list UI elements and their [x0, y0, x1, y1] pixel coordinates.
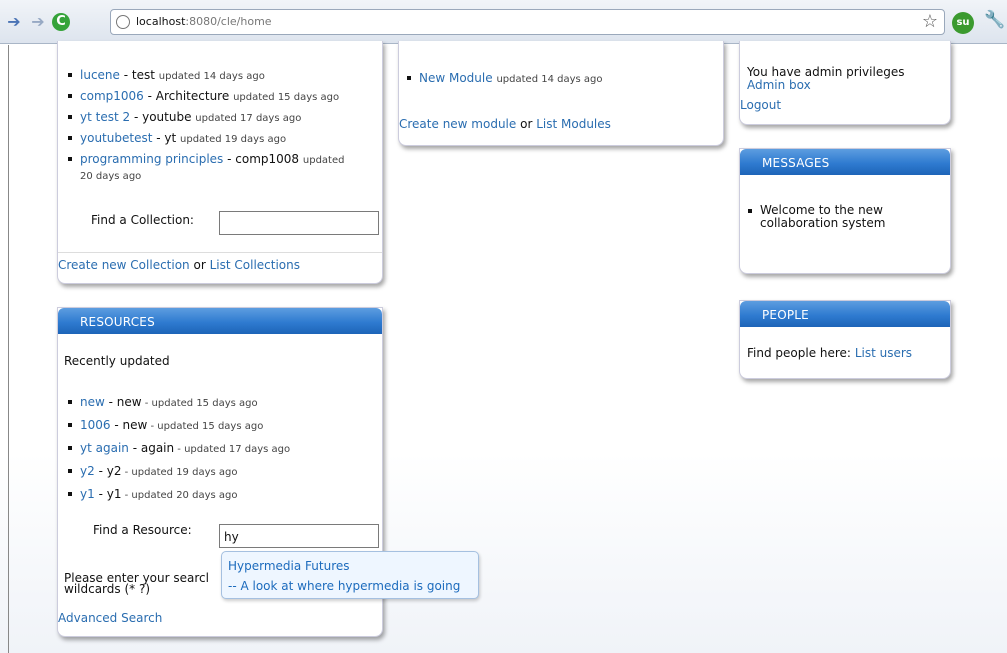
collections-divider [58, 252, 382, 253]
suggestion-description[interactable]: -- A look at where hypermedia is going [228, 576, 472, 596]
admin-box-link[interactable]: Admin box [747, 78, 811, 92]
browser-toolbar: ➔ ➔ C localhost:8080/cle/home ☆ su 🔧 [0, 0, 1007, 44]
back-arrow-icon[interactable]: ➔ [4, 12, 24, 32]
logout-link[interactable]: Logout [740, 98, 781, 112]
list-item: youtubetest - yt updated 19 days ago [62, 131, 380, 147]
globe-icon [116, 15, 130, 29]
collection-link[interactable]: comp1006 [80, 89, 144, 103]
modules-box: New Module updated 14 days ago Create ne… [398, 41, 724, 146]
list-item: y1 - y1 - updated 20 days ago [62, 487, 380, 503]
modules-actions: Create new module or List Modules [399, 117, 611, 131]
recently-updated-label: Recently updated [64, 354, 170, 368]
list-item: programming principles - comp1008 update… [62, 152, 380, 184]
list-item: 1006 - new - updated 15 days ago [62, 418, 380, 434]
list-collections-link[interactable]: List Collections [210, 258, 300, 272]
find-collection-label: Find a Collection: [91, 213, 194, 227]
list-item: yt test 2 - youtube updated 17 days ago [62, 110, 380, 126]
page-content: lucene - test updated 14 days ago comp10… [0, 41, 1007, 653]
collection-link[interactable]: yt test 2 [80, 110, 130, 124]
advanced-search-link[interactable]: Advanced Search [58, 611, 162, 625]
resources-header: RESOURCES [58, 308, 382, 334]
forward-arrow-icon[interactable]: ➔ [28, 12, 48, 32]
resource-link[interactable]: yt again [80, 441, 129, 455]
find-resource-input[interactable]: hy [219, 524, 379, 548]
find-collection-input[interactable] [219, 211, 379, 235]
suggestion-title[interactable]: Hypermedia Futures [228, 556, 472, 576]
collection-link[interactable]: lucene [80, 68, 120, 82]
people-box: PEOPLE Find people here: List users [739, 300, 951, 379]
messages-header: MESSAGES [740, 149, 950, 175]
url-text: localhost:8080/cle/home [136, 15, 272, 28]
wrench-icon[interactable]: 🔧 [984, 10, 1005, 30]
or-text: or [520, 117, 533, 131]
bookmark-star-icon[interactable]: ☆ [922, 11, 938, 32]
people-find: Find people here: List users [747, 346, 912, 360]
resource-link[interactable]: new [80, 395, 105, 409]
list-modules-link[interactable]: List Modules [536, 117, 611, 131]
list-item: new - new - updated 15 days ago [62, 395, 380, 411]
admin-privileges-text: You have admin privileges [747, 65, 905, 79]
admin-box: You have admin privileges Admin box Logo… [739, 41, 951, 125]
collections-actions: Create new Collection or List Collection… [58, 258, 300, 272]
messages-box: MESSAGES Welcome to the new collaboration… [739, 148, 951, 274]
collection-link[interactable]: youtubetest [80, 131, 152, 145]
list-item: New Module updated 14 days ago [401, 71, 719, 87]
resource-link[interactable]: 1006 [80, 418, 111, 432]
collection-link[interactable]: programming principles [80, 152, 223, 166]
or-text: or [193, 258, 206, 272]
create-module-link[interactable]: Create new module [399, 117, 516, 131]
search-hint: Please enter your searcl wildcards (* ?) [64, 571, 209, 596]
stumbleupon-icon[interactable]: su [952, 12, 974, 34]
list-item: y2 - y2 - updated 19 days ago [62, 464, 380, 480]
people-header: PEOPLE [740, 301, 950, 327]
list-item: yt again - again - updated 17 days ago [62, 441, 380, 457]
reload-icon[interactable]: C [52, 13, 70, 31]
create-collection-link[interactable]: Create new Collection [58, 258, 190, 272]
list-users-link[interactable]: List users [855, 346, 912, 360]
autocomplete-suggestion[interactable]: Hypermedia Futures -- A look at where hy… [221, 551, 479, 599]
resource-link[interactable]: y2 [80, 464, 95, 478]
left-border [8, 45, 9, 653]
address-bar[interactable]: localhost:8080/cle/home ☆ [110, 9, 945, 35]
module-link[interactable]: New Module [419, 71, 493, 85]
list-item: Welcome to the new collaboration system [742, 204, 947, 230]
find-resource-label: Find a Resource: [93, 523, 192, 537]
list-item: comp1006 - Architecture updated 15 days … [62, 89, 380, 105]
collections-box: lucene - test updated 14 days ago comp10… [57, 41, 383, 284]
people-find-text: Find people here: [747, 346, 851, 360]
list-item: lucene - test updated 14 days ago [62, 68, 380, 84]
resource-link[interactable]: y1 [80, 487, 95, 501]
